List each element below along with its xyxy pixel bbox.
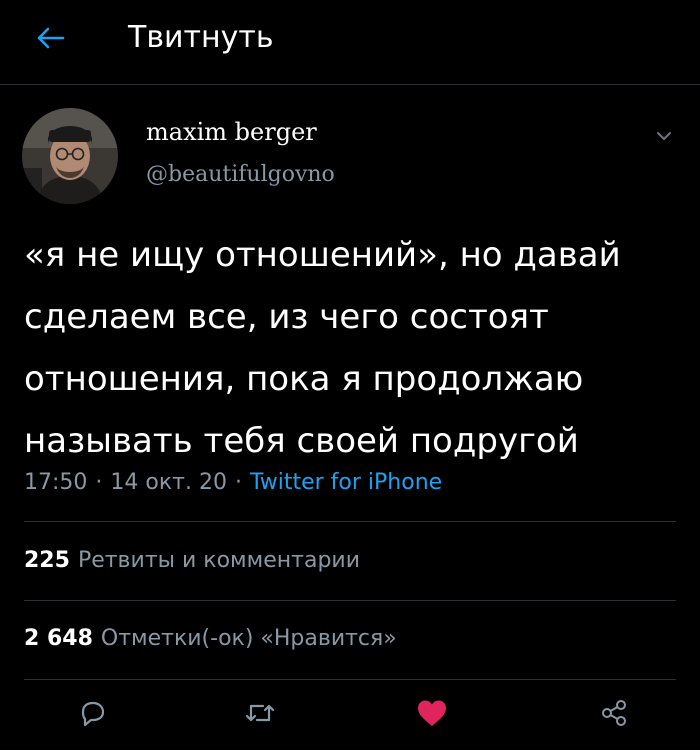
meta-separator: ·	[234, 470, 242, 495]
tweet-source-link[interactable]: Twitter for iPhone	[250, 470, 442, 495]
divider	[24, 600, 676, 601]
author-name[interactable]: maxim berger	[146, 116, 317, 148]
more-options-button[interactable]	[650, 124, 678, 148]
chevron-down-icon	[657, 132, 671, 140]
tweet-date: 14 окт. 20	[110, 470, 227, 495]
reply-button[interactable]	[72, 696, 112, 730]
like-button[interactable]	[412, 696, 452, 730]
page-title: Твитнуть	[128, 20, 274, 55]
back-button[interactable]	[26, 18, 74, 58]
retweet-button[interactable]	[240, 696, 280, 730]
reply-icon	[81, 701, 105, 727]
retweet-icon	[245, 704, 275, 722]
share-button[interactable]	[594, 696, 634, 730]
divider	[24, 679, 676, 680]
divider	[24, 521, 676, 522]
likes-label: Отметки(-ок) «Нравится»	[100, 626, 397, 651]
retweets-label: Ретвиты и комментарии	[77, 548, 361, 573]
tweet-meta: 17:50 · 14 окт. 20 · Twitter for iPhone	[24, 468, 442, 498]
retweets-stat[interactable]: 225 Ретвиты и комментарии	[24, 546, 360, 576]
heart-icon	[418, 700, 446, 726]
tweet-time: 17:50	[24, 470, 88, 495]
tweet-text: «я не ищу отношений», но давай сделаем в…	[24, 235, 621, 461]
author-handle[interactable]: @beautifulgovno	[146, 160, 335, 190]
top-bar: Твитнуть	[0, 0, 700, 85]
tweet-actions	[0, 688, 700, 738]
arrow-left-icon	[37, 27, 65, 49]
likes-count: 2 648	[24, 626, 93, 651]
retweets-count: 225	[24, 548, 70, 573]
meta-separator: ·	[95, 470, 103, 495]
likes-stat[interactable]: 2 648 Отметки(-ок) «Нравится»	[24, 624, 397, 654]
share-icon	[602, 700, 626, 726]
avatar[interactable]	[22, 108, 118, 204]
avatar-photo	[22, 108, 118, 204]
